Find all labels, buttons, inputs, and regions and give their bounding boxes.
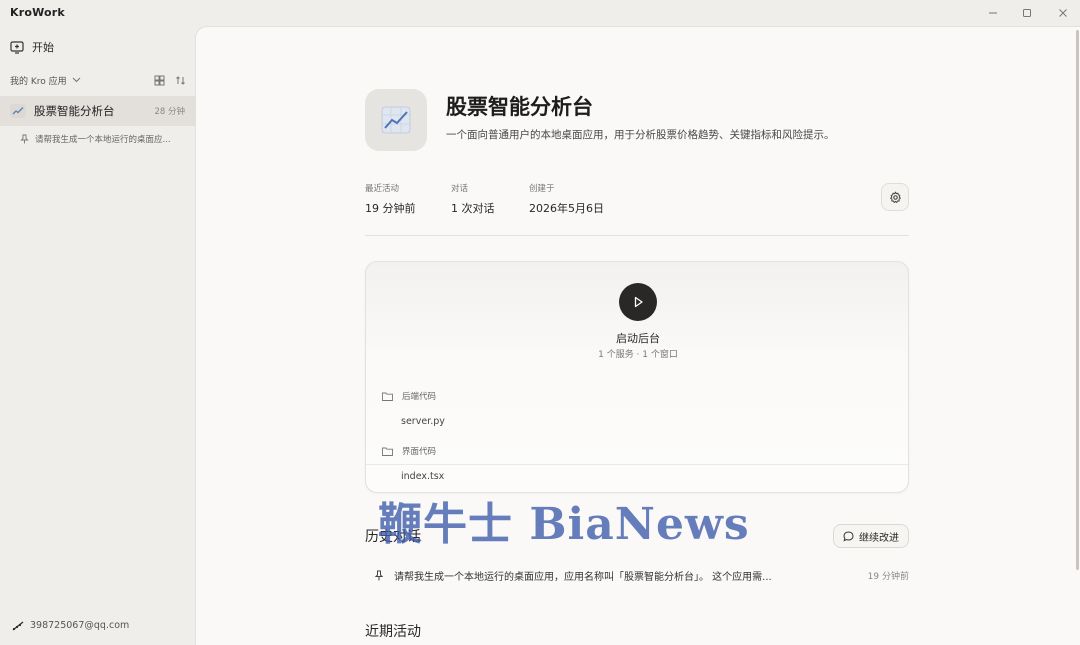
maximize-icon [1023, 9, 1031, 17]
app-icon [365, 89, 427, 151]
file-item[interactable]: server.py [401, 416, 445, 427]
app-time: 28 分钟 [154, 107, 185, 117]
file-item[interactable]: index.tsx [401, 471, 444, 482]
recent-activity-title: 近期活动 [365, 624, 421, 640]
divider [366, 464, 908, 465]
title-bar: KroWork [0, 0, 1080, 26]
meta-value: 2026年5月6日 [529, 202, 604, 215]
apps-header[interactable]: 我的 Kro 应用 [10, 71, 186, 89]
history-title: 历史对话 [365, 529, 421, 545]
play-icon [634, 296, 643, 308]
meta-label: 对话 [451, 184, 469, 194]
app-title: KroWork [10, 6, 65, 19]
folder-icon [382, 447, 393, 456]
page-description: 一个面向普通用户的本地桌面应用，用于分析股票价格趋势、关键指标和风险提示。 [446, 129, 835, 141]
pin-icon [20, 134, 29, 144]
meta-label: 创建于 [529, 184, 555, 194]
chat-icon [843, 530, 854, 541]
meta-label: 最近活动 [365, 184, 400, 194]
history-item[interactable]: 请帮我生成一个本地运行的桌面应用，应用名称叫「股票智能分析台」。 这个应用需..… [374, 567, 909, 583]
sidebar-item-start[interactable]: 开始 [10, 38, 54, 56]
history-text: 请帮我生成一个本地运行的桌面应用，应用名称叫「股票智能分析台」。 这个应用需..… [394, 571, 772, 583]
folder-name: 界面代码 [402, 447, 437, 457]
folder-backend[interactable]: 后端代码 [382, 390, 436, 402]
maximize-button[interactable] [1018, 4, 1036, 22]
page-title: 股票智能分析台 [446, 94, 593, 119]
meta-value: 1 次对话 [451, 202, 495, 215]
sidebar: 开始 我的 Kro 应用 股票智能分析台 28 分钟 请帮我生成一个本地运行的桌… [0, 26, 195, 645]
meta-last-activity: 最近活动 19 分钟前 [365, 182, 416, 216]
main-panel: 股票智能分析台 一个面向普通用户的本地桌面应用，用于分析股票价格趋势、关键指标和… [195, 26, 1080, 645]
sidebar-conversation-item[interactable]: 请帮我生成一个本地运行的桌面应... [20, 132, 190, 146]
app-name: 股票智能分析台 [34, 104, 115, 118]
folder-name: 后端代码 [402, 392, 437, 402]
chevron-down-icon[interactable] [72, 77, 81, 83]
continue-button[interactable]: 继续改进 [833, 524, 909, 548]
close-icon [1059, 9, 1067, 17]
folder-icon [382, 392, 393, 401]
apps-header-label: 我的 Kro 应用 [10, 76, 67, 87]
grid-view-icon[interactable] [154, 75, 165, 86]
sort-icon[interactable] [175, 75, 186, 86]
minimize-button[interactable] [984, 4, 1002, 22]
launcher-card: 启动后台 1 个服务 · 1 个窗口 后端代码 server.py 界面代码 i… [365, 261, 909, 493]
launch-subtitle: 1 个服务 · 1 个窗口 [598, 350, 678, 360]
minimize-icon [989, 12, 997, 14]
launch-label[interactable]: 启动后台 [366, 330, 908, 346]
continue-label: 继续改进 [859, 532, 899, 544]
launch-button[interactable] [619, 283, 657, 321]
gear-icon [889, 191, 901, 203]
account[interactable]: 398725067@qq.com [12, 620, 129, 631]
close-button[interactable] [1054, 4, 1072, 22]
history-time: 19 分钟前 [867, 571, 909, 582]
conversation-text: 请帮我生成一个本地运行的桌面应... [35, 135, 171, 145]
folder-frontend[interactable]: 界面代码 [382, 445, 436, 457]
chart-icon [381, 106, 411, 134]
divider [365, 235, 909, 236]
start-icon [10, 40, 24, 54]
start-label: 开始 [32, 41, 54, 54]
scrollbar[interactable] [1076, 30, 1079, 570]
meta-created: 创建于 2026年5月6日 [529, 182, 604, 216]
settings-button[interactable] [881, 183, 909, 211]
meta-value: 19 分钟前 [365, 202, 416, 215]
chart-icon [10, 104, 26, 118]
account-email: 398725067@qq.com [30, 620, 130, 631]
pin-icon [374, 570, 384, 581]
signal-icon [12, 620, 24, 631]
sidebar-item-app[interactable]: 股票智能分析台 28 分钟 [0, 96, 195, 126]
meta-conversations: 对话 1 次对话 [451, 182, 495, 216]
